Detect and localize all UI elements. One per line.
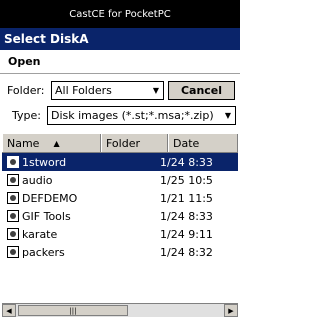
cancel-button[interactable]: Cancel (168, 81, 235, 100)
grip-icon: ||| (69, 306, 77, 315)
scroll-track[interactable]: ||| (16, 304, 224, 317)
disk-file-icon (7, 174, 19, 186)
open-menu-item[interactable]: Open (8, 55, 41, 68)
horizontal-scrollbar[interactable]: ◀ ||| ▶ (2, 303, 238, 317)
list-header: Name ▲ Folder Date (2, 133, 238, 153)
type-dropdown[interactable]: Disk images (*.st;*.msa;*.zip) ▼ (47, 106, 236, 125)
list-item[interactable]: DEFDEMO 1/21 11:53... (2, 189, 238, 207)
file-date: 1/24 9:11... (160, 227, 212, 241)
list-item[interactable]: packers 1/24 8:32... (2, 243, 238, 261)
disk-file-icon (7, 210, 19, 222)
column-header-date[interactable]: Date (168, 134, 238, 152)
folder-label: Folder: (7, 84, 45, 97)
file-list: 1stword 1/24 8:33... audio 1/25 10:5... … (2, 153, 238, 303)
list-item[interactable]: GIF Tools 1/24 8:33... (2, 207, 238, 225)
column-header-folder[interactable]: Folder (101, 134, 168, 152)
chevron-down-icon: ▼ (224, 111, 232, 120)
list-item[interactable]: karate 1/24 9:11... (2, 225, 238, 243)
type-value: Disk images (*.st;*.msa;*.zip) (51, 109, 214, 122)
file-date: 1/24 8:33... (160, 155, 212, 169)
dialog-title: Select DiskA (4, 32, 89, 46)
type-label: Type: (12, 109, 41, 122)
file-name: audio (22, 173, 53, 187)
chevron-right-icon: ▶ (228, 306, 234, 315)
disk-file-icon (7, 192, 19, 204)
file-date: 1/24 8:32... (160, 245, 212, 259)
folder-value: All Folders (55, 84, 112, 97)
disk-file-icon (7, 156, 19, 168)
window-titlebar: CastCE for PocketPC (0, 0, 240, 28)
chevron-down-icon: ▼ (152, 86, 160, 95)
column-header-name[interactable]: Name ▲ (2, 134, 101, 152)
menu-bar: Open (0, 50, 240, 74)
file-name: karate (22, 227, 58, 241)
file-name: DEFDEMO (22, 191, 78, 205)
window-title: CastCE for PocketPC (69, 8, 171, 20)
disk-file-icon (7, 228, 19, 240)
file-date: 1/21 11:53... (160, 191, 212, 205)
disk-file-icon (7, 246, 19, 258)
file-name: 1stword (22, 155, 67, 169)
scroll-right-button[interactable]: ▶ (224, 304, 238, 317)
list-item[interactable]: 1stword 1/24 8:33... (2, 153, 238, 171)
file-name: packers (22, 245, 65, 259)
file-name: GIF Tools (22, 209, 71, 223)
scroll-thumb[interactable]: ||| (18, 305, 128, 316)
column-name-label: Name (7, 136, 40, 150)
column-date-label: Date (173, 136, 200, 150)
file-date: 1/25 10:5... (160, 173, 212, 187)
folder-dropdown[interactable]: All Folders ▼ (51, 81, 164, 100)
list-item[interactable]: audio 1/25 10:5... (2, 171, 238, 189)
column-folder-label: Folder (106, 136, 140, 150)
file-date: 1/24 8:33... (160, 209, 212, 223)
scroll-left-button[interactable]: ◀ (2, 304, 16, 317)
chevron-left-icon: ◀ (6, 306, 12, 315)
dialog-title-bar: Select DiskA (0, 28, 240, 50)
sort-up-icon: ▲ (53, 138, 60, 148)
